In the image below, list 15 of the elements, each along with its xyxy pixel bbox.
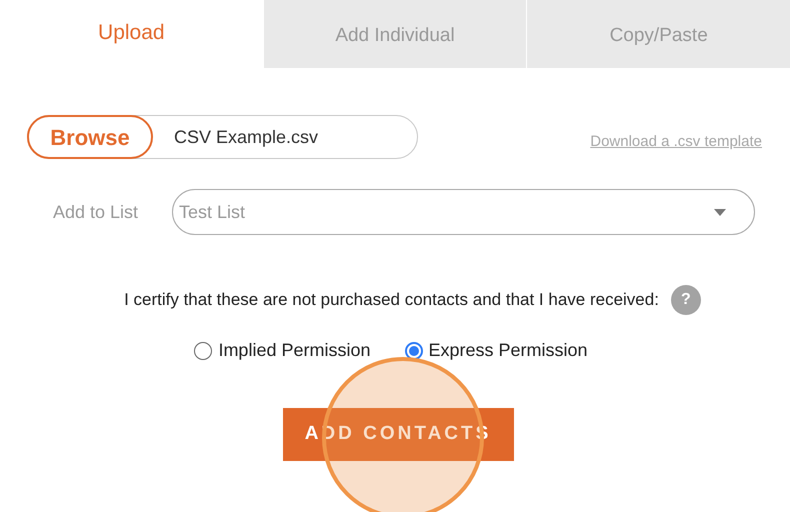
certify-text: I certify that these are not purchased contacts and that I have received: (124, 289, 659, 312)
radio-label[interactable]: Implied Permission (218, 337, 370, 364)
tab[interactable]: Copy/Paste (527, 0, 790, 68)
list-select[interactable]: Test List (172, 189, 755, 235)
file-field[interactable]: Browse CSV Example.csv (27, 115, 418, 159)
file-name: CSV Example.csv (174, 126, 318, 149)
radio-button[interactable] (194, 342, 212, 360)
tab[interactable]: Add Individual (264, 0, 526, 68)
dropdown-caret-icon (714, 208, 726, 216)
radio-button[interactable] (404, 342, 422, 360)
help-icon[interactable]: ? (670, 285, 701, 315)
download-template-link[interactable]: Download a .csv template (590, 130, 762, 154)
browse-button[interactable]: Browse (27, 115, 153, 159)
radio-label[interactable]: Express Permission (428, 337, 588, 364)
add-to-list-label: Add to List (53, 200, 140, 224)
